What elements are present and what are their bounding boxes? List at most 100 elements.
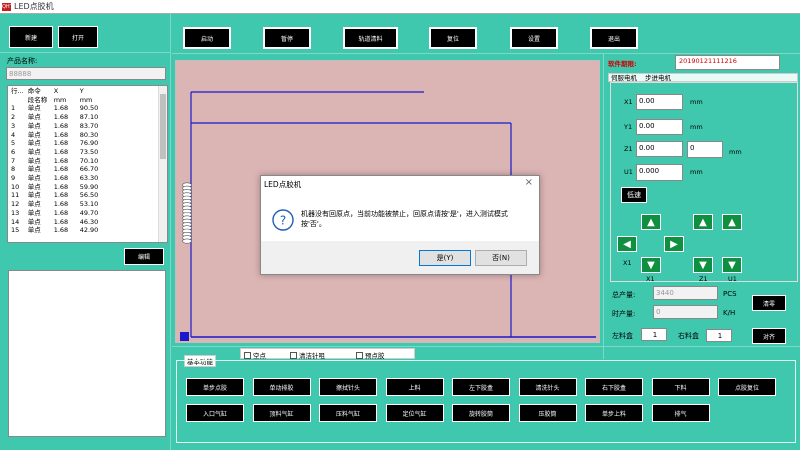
checkbox-label: 空点 — [253, 352, 266, 360]
column-unit: mm — [53, 95, 67, 104]
new-button[interactable]: 新建 — [9, 26, 53, 48]
table-row[interactable]: 2 单点 1.68 87.10 — [9, 113, 118, 122]
table-row[interactable]: 15 单点 1.68 42.90 — [9, 226, 118, 235]
table-cell: 1.68 — [53, 208, 69, 217]
table-cell: 15 — [11, 226, 20, 235]
y-minus-arrow[interactable]: ▼ — [641, 257, 661, 273]
function-button[interactable]: 擦拭针头 — [319, 378, 377, 396]
table-row[interactable]: 9 单点 1.68 63.30 — [9, 174, 118, 183]
scrollbar[interactable] — [158, 86, 167, 242]
right-magazine-field[interactable]: 1 — [706, 329, 732, 342]
function-button[interactable]: 单步点胶 — [186, 378, 244, 396]
clean-button[interactable]: 轨道清料 — [343, 27, 398, 49]
table-row[interactable]: 10 单点 1.68 59.90 — [9, 183, 118, 192]
settings-button[interactable]: 设置 — [510, 27, 558, 49]
table-row[interactable]: 4 单点 1.68 80.30 — [9, 131, 118, 140]
table-cell: 4 — [11, 130, 16, 139]
open-button[interactable]: 打开 — [58, 26, 98, 48]
u-jog-label: U1 — [728, 275, 737, 283]
table-row[interactable]: 8 单点 1.68 66.70 — [9, 165, 118, 174]
x-plus-arrow[interactable]: ▶ — [664, 236, 684, 252]
option-checkbox[interactable]: 清洁针咀 — [290, 350, 325, 360]
yes-button[interactable]: 是(Y) — [419, 250, 471, 266]
function-button[interactable]: 清洗针头 — [518, 378, 577, 396]
axis-position-field[interactable]: 0.00 — [636, 94, 683, 110]
origin-marker — [180, 332, 189, 341]
table-cell: 1.68 — [53, 174, 69, 183]
table-row[interactable]: 6 单点 1.68 73.50 — [9, 148, 118, 157]
u-up-arrow[interactable]: ▲ — [722, 214, 742, 230]
program-list[interactable]: 行... 命令 X Y 段名称 mm mm 1 单点 1.68 90.50 2 单点 1.68 87.10 3… — [7, 85, 168, 243]
table-cell: 14 — [11, 217, 20, 226]
table-cell: 70.10 — [79, 156, 99, 165]
hour-unit: K/H — [723, 309, 736, 317]
table-row[interactable]: 11 单点 1.68 56.50 — [9, 191, 118, 200]
checkbox-box[interactable] — [244, 351, 251, 359]
function-button[interactable]: 顶料气缸 — [252, 404, 311, 422]
divider — [172, 53, 800, 54]
tab-stepper[interactable]: 步进电机 — [645, 74, 671, 82]
clear-button[interactable]: 清零 — [752, 295, 786, 311]
function-button[interactable]: 入口气缸 — [186, 404, 244, 422]
function-button[interactable]: 点胶复位 — [718, 378, 776, 396]
table-cell: 66.70 — [79, 165, 99, 174]
table-cell: 单点 — [27, 174, 41, 183]
y-plus-arrow[interactable]: ▲ — [641, 214, 661, 230]
option-checkbox[interactable]: 空点 — [244, 350, 266, 360]
axis-offset-field[interactable]: 0 — [687, 141, 723, 158]
total-unit: PCS — [723, 290, 737, 298]
scrollbar-thumb[interactable] — [160, 94, 166, 159]
table-row[interactable]: 5 单点 1.68 76.90 — [9, 139, 118, 148]
option-checkbox[interactable]: 预点胶 — [356, 350, 385, 360]
reset-button[interactable]: 复位 — [429, 27, 477, 49]
left-magazine-field[interactable]: 1 — [641, 328, 667, 341]
checkbox-box[interactable] — [356, 351, 363, 359]
function-button[interactable]: 旋转胶筒 — [452, 404, 510, 422]
tab-servo[interactable]: 伺服电机 — [611, 74, 637, 82]
right-magazine-label: 右料盒 — [678, 332, 699, 340]
table-row[interactable]: 7 单点 1.68 70.10 — [9, 157, 118, 166]
axis-position-field[interactable]: 0.00 — [636, 119, 683, 135]
u-down-arrow[interactable]: ▼ — [722, 257, 742, 273]
z-up-arrow[interactable]: ▲ — [693, 214, 713, 230]
hour-output-label: 时产量: — [612, 310, 636, 318]
align-button[interactable]: 对齐 — [752, 328, 786, 344]
function-button[interactable]: 下料 — [651, 378, 710, 396]
table-row[interactable]: 1 单点 1.68 90.50 — [9, 104, 118, 113]
z-down-arrow[interactable]: ▼ — [693, 257, 713, 273]
checkbox-box[interactable] — [290, 351, 297, 359]
speed-button[interactable]: 低速 — [621, 187, 647, 203]
table-row[interactable]: 12 单点 1.68 53.10 — [9, 200, 118, 209]
dispense-points — [182, 182, 192, 244]
table-cell: 13 — [11, 208, 20, 217]
table-row[interactable]: 14 单点 1.68 46.30 — [9, 218, 118, 227]
function-button[interactable]: 右下胶盒 — [585, 378, 643, 396]
close-icon[interactable]: × — [525, 177, 533, 188]
table-cell: 1.68 — [53, 113, 69, 122]
table-cell: 8 — [11, 165, 16, 174]
function-button[interactable]: 单步上料 — [585, 404, 643, 422]
exit-button[interactable]: 退出 — [590, 27, 638, 49]
table-cell: 单点 — [27, 104, 41, 113]
function-button[interactable]: 压料气缸 — [319, 404, 377, 422]
function-button[interactable]: 上料 — [385, 378, 444, 396]
product-name-field[interactable]: 88888 — [6, 67, 166, 80]
table-cell: 1.68 — [53, 226, 69, 235]
pause-button[interactable]: 暂停 — [263, 27, 311, 49]
edit-button[interactable]: 编辑 — [124, 248, 164, 265]
divider — [603, 54, 604, 359]
function-button[interactable]: 压胶筒 — [518, 404, 577, 422]
axis-position-field[interactable]: 0.00 — [636, 141, 683, 157]
start-button[interactable]: 启动 — [183, 27, 231, 49]
no-button[interactable]: 否(N) — [475, 250, 527, 266]
function-button[interactable]: 单动排胶 — [252, 378, 311, 396]
table-cell: 1.68 — [53, 191, 69, 200]
table-row[interactable]: 13 单点 1.68 49.70 — [9, 209, 118, 218]
axis-position-field[interactable]: 0.000 — [636, 164, 683, 181]
message-dialog: LED点胶机 × ? 机器没有回原点，当前功能被禁止，回原点请按'是'，进入测试… — [260, 175, 540, 275]
function-button[interactable]: 左下胶盒 — [452, 378, 510, 396]
function-button[interactable]: 排气 — [651, 404, 710, 422]
table-row[interactable]: 3 单点 1.68 83.70 — [9, 122, 118, 131]
function-button[interactable]: 定位气缸 — [385, 404, 444, 422]
x-minus-arrow[interactable]: ◀ — [617, 236, 637, 252]
